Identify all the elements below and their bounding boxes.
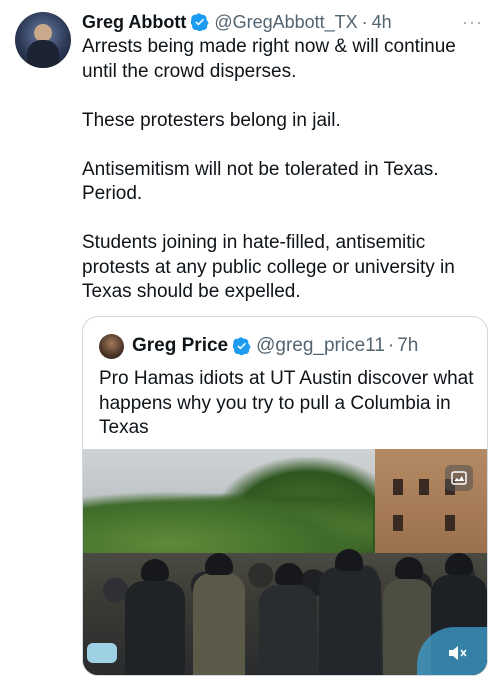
tweet-header: Greg Abbott @GregAbbott_TX · 4h ··· bbox=[82, 10, 483, 34]
quote-body: Pro Hamas idiots at UT Austin discover w… bbox=[99, 368, 474, 438]
quote-author-handle[interactable]: @greg_price11 bbox=[256, 335, 385, 357]
avatar-suit bbox=[27, 40, 59, 68]
tweet-time[interactable]: 4h bbox=[372, 12, 392, 33]
more-icon[interactable]: ··· bbox=[462, 12, 483, 33]
quote-header: Greg Price @greg_price11 · 7h bbox=[99, 333, 477, 359]
author-name[interactable]: Greg Abbott bbox=[82, 12, 186, 33]
tweet-avatar[interactable] bbox=[15, 12, 71, 68]
quote-avatar[interactable] bbox=[99, 333, 124, 359]
author-handle[interactable]: @GregAbbott_TX bbox=[214, 12, 357, 33]
quote-time[interactable]: 7h bbox=[397, 335, 418, 357]
media-tag-icon[interactable] bbox=[445, 465, 473, 491]
tweet-paragraph: Arrests being made right now & will cont… bbox=[82, 36, 456, 82]
tweet-paragraph: Students joining in hate-filled, antisem… bbox=[82, 232, 455, 302]
tweet-body: Arrests being made right now & will cont… bbox=[82, 35, 482, 305]
tweet-paragraph: Antisemitism will not be tolerated in Te… bbox=[82, 158, 439, 205]
separator-dot: · bbox=[361, 11, 368, 32]
quote-author-name[interactable]: Greg Price bbox=[132, 335, 228, 357]
verified-badge-icon bbox=[190, 13, 209, 32]
quote-media-image[interactable] bbox=[83, 449, 487, 675]
separator-dot: · bbox=[387, 335, 395, 356]
verified-badge-icon bbox=[232, 337, 251, 356]
quoted-tweet[interactable]: Greg Price @greg_price11 · 7h Pro Hamas … bbox=[82, 316, 488, 676]
tweet-paragraph: These protesters belong in jail. bbox=[82, 109, 341, 131]
